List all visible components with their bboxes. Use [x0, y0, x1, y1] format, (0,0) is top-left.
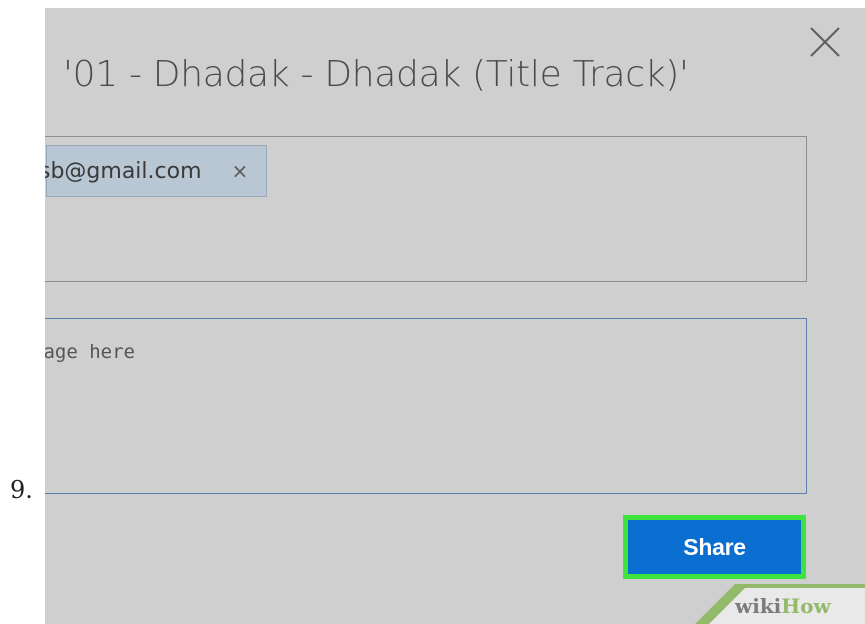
step-number: 9. [10, 476, 33, 504]
message-input[interactable]: sage here [45, 318, 807, 494]
wikihow-logo: wikiHow [735, 594, 831, 618]
close-icon[interactable] [805, 22, 845, 62]
recipient-chip: sb@gmail.com × [45, 145, 268, 197]
share-button-label: Share [628, 520, 801, 574]
dialog-title: '01 - Dhadak - Dhadak (Title Track)' [63, 54, 689, 95]
message-placeholder: sage here [45, 341, 135, 363]
recipients-field[interactable]: sb@gmail.com × [45, 136, 807, 282]
recipient-email: sb@gmail.com [45, 158, 202, 184]
share-button[interactable]: Share [623, 515, 806, 579]
share-dialog: '01 - Dhadak - Dhadak (Title Track)' sb@… [45, 8, 865, 624]
chip-remove-icon[interactable]: × [232, 159, 249, 183]
